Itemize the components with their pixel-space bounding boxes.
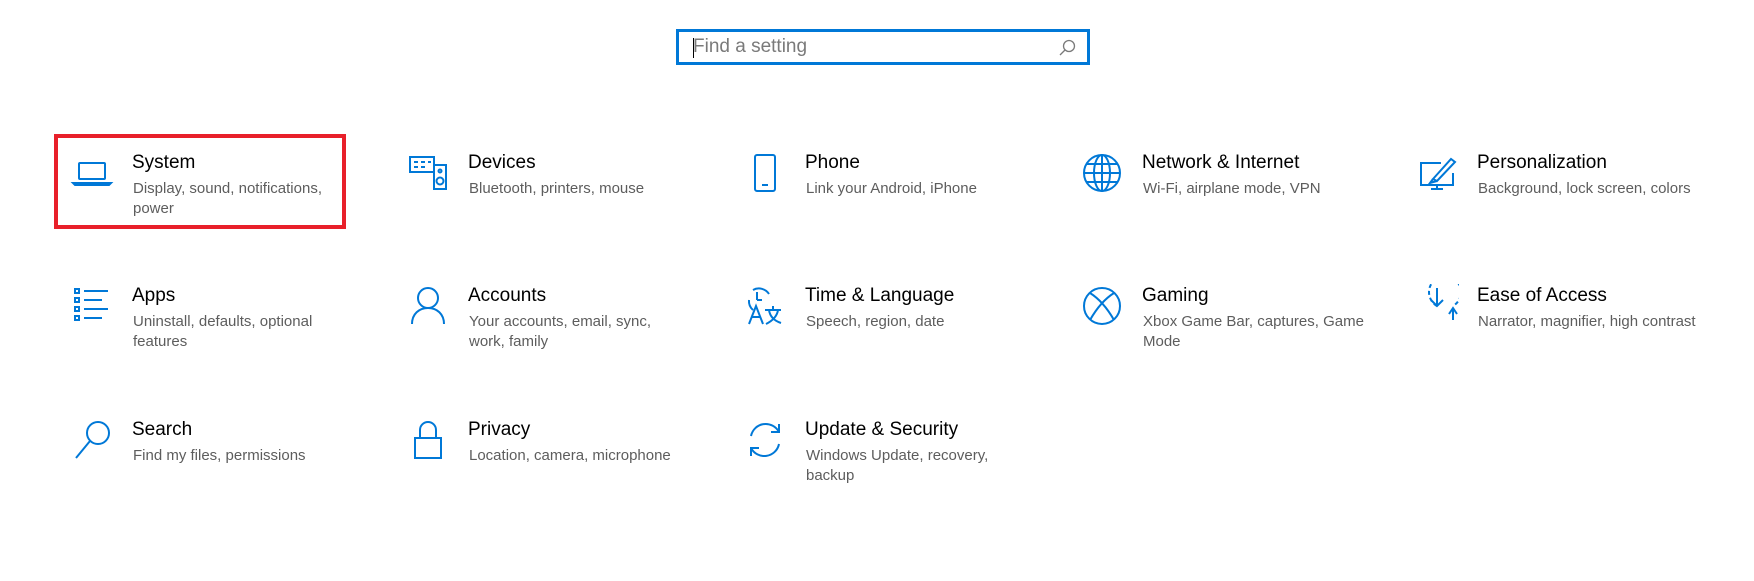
tile-system[interactable]: System Display, sound, notifications, po… — [54, 137, 354, 227]
tile-description: Your accounts, email, sync, work, family — [469, 313, 652, 350]
tile-description: Narrator, magnifier, high contrast — [1478, 313, 1696, 330]
tile-title: Phone — [805, 152, 860, 173]
tile-title: Personalization — [1477, 152, 1607, 173]
apps-list-icon — [70, 284, 114, 328]
tile-apps[interactable]: Apps Uninstall, defaults, optional featu… — [54, 270, 354, 360]
tile-description: Xbox Game Bar, captures, Game Mode — [1143, 313, 1364, 350]
tile-description: Background, lock screen, colors — [1478, 180, 1691, 197]
tile-time-language[interactable]: Time & Language Speech, region, date — [727, 270, 1027, 360]
tile-title: Devices — [468, 152, 536, 173]
xbox-icon — [1080, 284, 1124, 328]
tile-search[interactable]: Search Find my files, permissions — [54, 404, 354, 494]
tile-title: System — [132, 152, 196, 173]
text-caret — [693, 38, 694, 58]
tile-title: Update & Security — [805, 419, 959, 440]
phone-icon — [743, 151, 787, 195]
tile-devices[interactable]: Devices Bluetooth, printers, mouse — [390, 137, 690, 227]
tile-privacy[interactable]: Privacy Location, camera, microphone — [390, 404, 690, 494]
tile-personalization[interactable]: Personalization Background, lock screen,… — [1399, 137, 1699, 227]
tile-description: Display, sound, notifications, power — [133, 180, 322, 217]
tile-description: Find my files, permissions — [133, 447, 306, 464]
person-icon — [406, 284, 450, 328]
paintbrush-icon — [1415, 151, 1459, 195]
tile-network-internet[interactable]: Network & Internet Wi-Fi, airplane mode,… — [1064, 137, 1364, 227]
tile-description: Link your Android, iPhone — [806, 180, 977, 197]
tile-title: Network & Internet — [1142, 152, 1300, 173]
tile-title: Privacy — [468, 419, 531, 440]
tile-description: Speech, region, date — [806, 313, 945, 330]
search-icon[interactable] — [1057, 38, 1077, 58]
tile-gaming[interactable]: Gaming Xbox Game Bar, captures, Game Mod… — [1064, 270, 1364, 360]
tile-title: Ease of Access — [1477, 285, 1607, 306]
ease-of-access-icon — [1415, 284, 1459, 328]
tile-description: Location, camera, microphone — [469, 447, 671, 464]
tile-description: Wi-Fi, airplane mode, VPN — [1143, 180, 1321, 197]
devices-icon — [406, 151, 450, 195]
time-language-icon — [743, 284, 787, 328]
tile-update-security[interactable]: Update & Security Windows Update, recove… — [727, 404, 1027, 494]
lock-icon — [406, 418, 450, 462]
tile-accounts[interactable]: Accounts Your accounts, email, sync, wor… — [390, 270, 690, 360]
search-box[interactable] — [676, 29, 1090, 65]
tile-ease-of-access[interactable]: Ease of Access Narrator, magnifier, high… — [1399, 270, 1699, 360]
tile-description: Bluetooth, printers, mouse — [469, 180, 645, 197]
search-magnifier-icon — [70, 418, 114, 462]
tile-title: Apps — [132, 285, 176, 306]
tile-description: Windows Update, recovery, backup — [806, 447, 989, 484]
globe-icon — [1080, 151, 1124, 195]
tile-phone[interactable]: Phone Link your Android, iPhone — [727, 137, 1027, 227]
tile-title: Gaming — [1142, 285, 1209, 306]
laptop-icon — [70, 151, 114, 195]
tile-description: Uninstall, defaults, optional features — [133, 313, 313, 350]
search-input[interactable] — [693, 36, 1043, 58]
tile-title: Time & Language — [805, 285, 955, 306]
tile-title: Accounts — [468, 285, 547, 306]
sync-icon — [743, 418, 787, 462]
tile-title: Search — [132, 419, 193, 440]
